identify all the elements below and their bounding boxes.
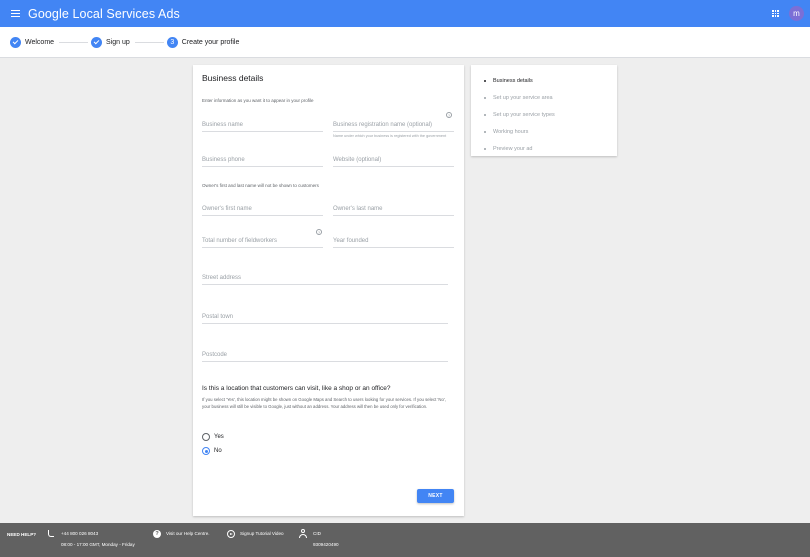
- step-connector: [134, 41, 164, 43]
- cid-label: CID: [313, 531, 321, 536]
- help-centre-link[interactable]: Visit our Help Centre.: [166, 531, 210, 536]
- app-header: Google Local Services Ads m: [0, 0, 810, 27]
- nav-item-service-types[interactable]: Set up your service types: [471, 106, 617, 123]
- nav-item-business-details[interactable]: Business details: [471, 72, 617, 89]
- year-founded-input[interactable]: Year founded: [333, 236, 454, 248]
- owner-first-name-input[interactable]: Owner's first name: [202, 204, 323, 216]
- hamburger-menu-icon[interactable]: [11, 9, 20, 18]
- step-create-profile: 3 Create your profile: [166, 36, 240, 48]
- support-phone[interactable]: +44 800 026 8043: [61, 531, 98, 536]
- next-button[interactable]: NEXT: [417, 489, 454, 503]
- nav-item-service-area[interactable]: Set up your service area: [471, 89, 617, 106]
- website-input[interactable]: Website (optional): [333, 155, 454, 167]
- check-icon: [10, 36, 21, 48]
- business-name-input[interactable]: Business name: [202, 120, 323, 132]
- card-title: Business details: [202, 73, 264, 83]
- nav-item-working-hours[interactable]: Working hours: [471, 124, 617, 141]
- account-avatar[interactable]: m: [789, 6, 804, 21]
- radio-yes[interactable]: Yes: [202, 433, 224, 441]
- business-phone-input[interactable]: Business phone: [202, 155, 323, 167]
- cid-value: 9309420490: [313, 542, 339, 547]
- signup-stepper: Welcome Sign up 3 Create your profile: [0, 27, 810, 58]
- profile-steps-nav: Business details Set up your service are…: [471, 65, 617, 156]
- help-icon[interactable]: ?: [446, 112, 452, 118]
- step-connector: [59, 41, 89, 43]
- registration-name-hint: Name under which your business is regist…: [333, 134, 447, 138]
- person-icon: [299, 529, 307, 538]
- step-label: Welcome: [25, 38, 55, 46]
- step-sign-up: Sign up: [91, 36, 130, 48]
- step-number: 3: [166, 36, 178, 48]
- app-title: Google Local Services Ads: [28, 6, 180, 21]
- radio-no[interactable]: No: [202, 447, 222, 455]
- owner-privacy-note: Owner's first and last name will not be …: [202, 183, 319, 188]
- intro-text: Enter information as you want it to appe…: [202, 98, 314, 103]
- location-question-help: If you select 'Yes', this location might…: [202, 397, 446, 409]
- postcode-input[interactable]: Postcode: [202, 350, 448, 362]
- help-footer: NEED HELP? +44 800 026 8043 08:00 - 17:0…: [0, 523, 810, 557]
- nav-item-preview-ad[interactable]: Preview your ad: [471, 141, 617, 158]
- step-welcome: Welcome: [10, 36, 55, 48]
- street-address-input[interactable]: Street address: [202, 273, 448, 285]
- postal-town-input[interactable]: Postal town: [202, 312, 448, 324]
- support-hours: 08:00 - 17:00 GMT, Monday - Friday: [61, 542, 135, 547]
- business-details-card: Business details Enter information as yo…: [193, 65, 464, 516]
- radio-button[interactable]: [202, 433, 210, 441]
- step-label: Sign up: [106, 38, 130, 46]
- registration-name-input[interactable]: Business registration name (optional): [333, 120, 454, 132]
- location-question: Is this a location that customers can vi…: [202, 385, 391, 392]
- phone-icon: [48, 530, 54, 537]
- apps-grid-icon[interactable]: [772, 10, 779, 17]
- check-icon: [91, 36, 103, 48]
- help-icon[interactable]: ?: [316, 229, 322, 235]
- step-label: Create your profile: [181, 38, 240, 46]
- need-help-label: NEED HELP?: [7, 532, 37, 537]
- fieldworkers-input[interactable]: Total number of fieldworkers: [202, 236, 323, 248]
- tutorial-video-link[interactable]: Signup Tutorial Video: [240, 531, 284, 536]
- owner-last-name-input[interactable]: Owner's last name: [333, 204, 454, 216]
- radio-button-selected[interactable]: [202, 447, 210, 455]
- play-icon: [227, 530, 235, 538]
- help-circle-icon: ?: [153, 530, 161, 538]
